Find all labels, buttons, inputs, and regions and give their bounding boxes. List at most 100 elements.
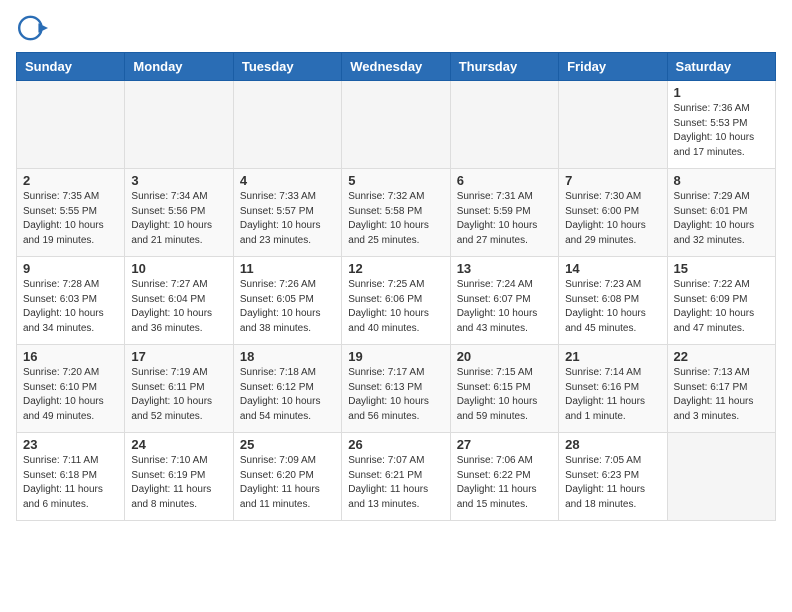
calendar-cell: 9 Sunrise: 7:28 AM Sunset: 6:03 PM Daylig… [17, 257, 125, 345]
day-info: Sunrise: 7:05 AM Sunset: 6:23 PM Dayligh… [565, 454, 660, 512]
day-number: 10 [131, 261, 226, 276]
day-info: Sunrise: 7:11 AM Sunset: 6:18 PM Dayligh… [23, 454, 118, 512]
calendar-cell: 28 Sunrise: 7:05 AM Sunset: 6:23 PM Dayli… [559, 433, 667, 521]
day-info: Sunrise: 7:29 AM Sunset: 6:01 PM Dayligh… [674, 190, 769, 248]
day-number: 4 [240, 173, 335, 188]
day-info: Sunrise: 7:23 AM Sunset: 6:08 PM Dayligh… [565, 278, 660, 336]
calendar-cell: 20 Sunrise: 7:15 AM Sunset: 6:15 PM Dayli… [450, 345, 558, 433]
day-number: 8 [674, 173, 769, 188]
day-number: 20 [457, 349, 552, 364]
day-number: 2 [23, 173, 118, 188]
day-number: 23 [23, 437, 118, 452]
calendar-cell: 1 Sunrise: 7:36 AM Sunset: 5:53 PM Daylig… [667, 81, 775, 169]
header-day-wednesday: Wednesday [342, 53, 450, 81]
day-info: Sunrise: 7:27 AM Sunset: 6:04 PM Dayligh… [131, 278, 226, 336]
day-info: Sunrise: 7:30 AM Sunset: 6:00 PM Dayligh… [565, 190, 660, 248]
calendar-cell: 6 Sunrise: 7:31 AM Sunset: 5:59 PM Daylig… [450, 169, 558, 257]
calendar-cell: 17Sunrise: 7:19 AM Sunset: 6:11 PM Dayli… [125, 345, 233, 433]
week-row-1: 2 Sunrise: 7:35 AM Sunset: 5:55 PM Daylig… [17, 169, 776, 257]
week-row-4: 23 Sunrise: 7:11 AM Sunset: 6:18 PM Dayli… [17, 433, 776, 521]
calendar-cell [342, 81, 450, 169]
day-info: Sunrise: 7:20 AM Sunset: 6:10 PM Dayligh… [23, 366, 118, 424]
calendar-cell: 10 Sunrise: 7:27 AM Sunset: 6:04 PM Dayli… [125, 257, 233, 345]
day-number: 6 [457, 173, 552, 188]
day-info: Sunrise: 7:25 AM Sunset: 6:06 PM Dayligh… [348, 278, 443, 336]
calendar-header: SundayMondayTuesdayWednesdayThursdayFrid… [17, 53, 776, 81]
day-number: 27 [457, 437, 552, 452]
day-number: 15 [674, 261, 769, 276]
day-number: 7 [565, 173, 660, 188]
logo-icon [16, 12, 48, 44]
day-info: Sunrise: 7:26 AM Sunset: 6:05 PM Dayligh… [240, 278, 335, 336]
calendar-cell [233, 81, 341, 169]
header-row: SundayMondayTuesdayWednesdayThursdayFrid… [17, 53, 776, 81]
calendar-cell: 19Sunrise: 7:17 AM Sunset: 6:13 PM Dayli… [342, 345, 450, 433]
day-info: Sunrise: 7:13 AM Sunset: 6:17 PM Dayligh… [674, 366, 769, 424]
day-info: Sunrise: 7:09 AM Sunset: 6:20 PM Dayligh… [240, 454, 335, 512]
calendar-cell: 15 Sunrise: 7:22 AM Sunset: 6:09 PM Dayli… [667, 257, 775, 345]
day-info: Sunrise: 7:07 AM Sunset: 6:21 PM Dayligh… [348, 454, 443, 512]
day-info: Sunrise: 7:06 AM Sunset: 6:22 PM Dayligh… [457, 454, 552, 512]
calendar-cell: 7 Sunrise: 7:30 AM Sunset: 6:00 PM Daylig… [559, 169, 667, 257]
calendar-cell: 11 Sunrise: 7:26 AM Sunset: 6:05 PM Dayli… [233, 257, 341, 345]
header-day-saturday: Saturday [667, 53, 775, 81]
calendar-cell: 13 Sunrise: 7:24 AM Sunset: 6:07 PM Dayli… [450, 257, 558, 345]
day-info: Sunrise: 7:36 AM Sunset: 5:53 PM Dayligh… [674, 102, 769, 160]
day-info: Sunrise: 7:35 AM Sunset: 5:55 PM Dayligh… [23, 190, 118, 248]
week-row-0: 1 Sunrise: 7:36 AM Sunset: 5:53 PM Daylig… [17, 81, 776, 169]
day-info: Sunrise: 7:33 AM Sunset: 5:57 PM Dayligh… [240, 190, 335, 248]
day-info: Sunrise: 7:15 AM Sunset: 6:15 PM Dayligh… [457, 366, 552, 424]
calendar-table: SundayMondayTuesdayWednesdayThursdayFrid… [16, 52, 776, 521]
day-info: Sunrise: 7:28 AM Sunset: 6:03 PM Dayligh… [23, 278, 118, 336]
day-number: 16 [23, 349, 118, 364]
calendar-cell: 5Sunrise: 7:32 AM Sunset: 5:58 PM Daylig… [342, 169, 450, 257]
day-info: Sunrise: 7:10 AM Sunset: 6:19 PM Dayligh… [131, 454, 226, 512]
calendar-cell [17, 81, 125, 169]
calendar-cell: 22 Sunrise: 7:13 AM Sunset: 6:17 PM Dayli… [667, 345, 775, 433]
day-number: 13 [457, 261, 552, 276]
day-info: Sunrise: 7:32 AM Sunset: 5:58 PM Dayligh… [348, 190, 443, 248]
header-day-thursday: Thursday [450, 53, 558, 81]
day-number: 9 [23, 261, 118, 276]
day-number: 18 [240, 349, 335, 364]
day-info: Sunrise: 7:14 AM Sunset: 6:16 PM Dayligh… [565, 366, 660, 424]
logo [16, 16, 52, 44]
calendar-cell [125, 81, 233, 169]
header-day-tuesday: Tuesday [233, 53, 341, 81]
calendar-cell: 18 Sunrise: 7:18 AM Sunset: 6:12 PM Dayli… [233, 345, 341, 433]
day-number: 25 [240, 437, 335, 452]
day-number: 17 [131, 349, 226, 364]
day-number: 3 [131, 173, 226, 188]
calendar-cell: 23 Sunrise: 7:11 AM Sunset: 6:18 PM Dayli… [17, 433, 125, 521]
day-info: Sunrise: 7:34 AM Sunset: 5:56 PM Dayligh… [131, 190, 226, 248]
calendar-cell: 26 Sunrise: 7:07 AM Sunset: 6:21 PM Dayli… [342, 433, 450, 521]
day-number: 14 [565, 261, 660, 276]
header-day-sunday: Sunday [17, 53, 125, 81]
header-day-friday: Friday [559, 53, 667, 81]
calendar-cell: 24Sunrise: 7:10 AM Sunset: 6:19 PM Dayli… [125, 433, 233, 521]
week-row-2: 9 Sunrise: 7:28 AM Sunset: 6:03 PM Daylig… [17, 257, 776, 345]
day-info: Sunrise: 7:22 AM Sunset: 6:09 PM Dayligh… [674, 278, 769, 336]
calendar-body: 1 Sunrise: 7:36 AM Sunset: 5:53 PM Daylig… [17, 81, 776, 521]
day-info: Sunrise: 7:18 AM Sunset: 6:12 PM Dayligh… [240, 366, 335, 424]
day-info: Sunrise: 7:24 AM Sunset: 6:07 PM Dayligh… [457, 278, 552, 336]
day-number: 19 [348, 349, 443, 364]
calendar-cell [667, 433, 775, 521]
day-number: 22 [674, 349, 769, 364]
calendar-cell: 16 Sunrise: 7:20 AM Sunset: 6:10 PM Dayli… [17, 345, 125, 433]
day-number: 11 [240, 261, 335, 276]
calendar-cell: 27 Sunrise: 7:06 AM Sunset: 6:22 PM Dayli… [450, 433, 558, 521]
calendar-cell: 3 Sunrise: 7:34 AM Sunset: 5:56 PM Daylig… [125, 169, 233, 257]
calendar-cell [559, 81, 667, 169]
calendar-cell: 4 Sunrise: 7:33 AM Sunset: 5:57 PM Daylig… [233, 169, 341, 257]
day-number: 28 [565, 437, 660, 452]
day-number: 1 [674, 85, 769, 100]
day-info: Sunrise: 7:31 AM Sunset: 5:59 PM Dayligh… [457, 190, 552, 248]
day-number: 26 [348, 437, 443, 452]
calendar-cell: 12Sunrise: 7:25 AM Sunset: 6:06 PM Dayli… [342, 257, 450, 345]
calendar-cell: 21Sunrise: 7:14 AM Sunset: 6:16 PM Dayli… [559, 345, 667, 433]
calendar-cell [450, 81, 558, 169]
calendar-cell: 25 Sunrise: 7:09 AM Sunset: 6:20 PM Dayli… [233, 433, 341, 521]
page-header [16, 16, 776, 44]
calendar-cell: 14 Sunrise: 7:23 AM Sunset: 6:08 PM Dayli… [559, 257, 667, 345]
